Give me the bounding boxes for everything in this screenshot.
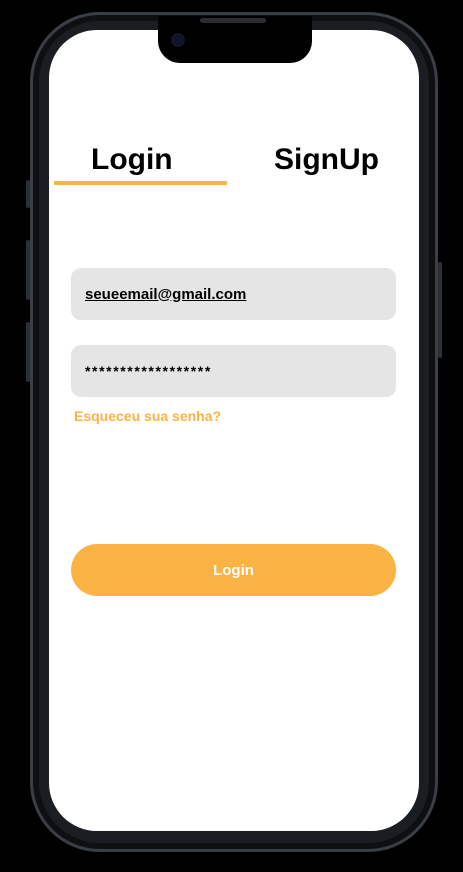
active-tab-indicator — [54, 181, 227, 185]
forgot-password-link[interactable]: Esqueceu sua senha? — [74, 408, 221, 424]
email-value: seueemail@gmail.com — [85, 285, 247, 303]
side-button-volume-down — [26, 322, 30, 382]
side-button-volume-up — [26, 240, 30, 300]
camera-icon — [173, 35, 183, 45]
password-value: ****************** — [85, 363, 212, 379]
tab-login[interactable]: Login — [91, 143, 173, 177]
login-button[interactable]: Login — [71, 544, 396, 596]
side-button-silent — [26, 180, 30, 208]
password-field[interactable]: ****************** — [71, 345, 396, 397]
side-button-power — [438, 262, 442, 358]
tab-signup[interactable]: SignUp — [274, 143, 379, 177]
email-field[interactable]: seueemail@gmail.com — [71, 268, 396, 320]
speaker-grille — [200, 18, 266, 23]
app-screen: Login SignUp seueemail@gmail.com *******… — [49, 30, 419, 831]
